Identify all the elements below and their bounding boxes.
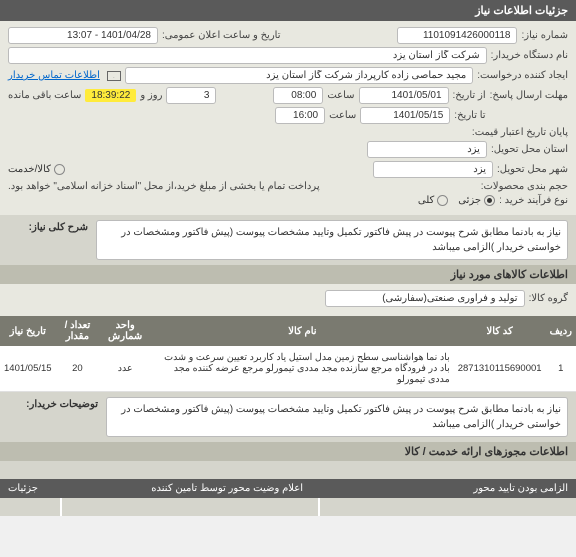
from-hour-field[interactable]: [273, 87, 323, 104]
has-copy-label: حجم بندی محصولات:: [481, 181, 568, 192]
cell-name: باد نما هواشناسی سطح زمین مدل استیل یاد …: [151, 346, 454, 392]
desc-text: نیاز به بادنما مطابق شرح پیوست در پیش فا…: [96, 220, 568, 260]
credit-expiry-label: پایان تاریخ اعتبار قیمت:: [472, 127, 568, 138]
hour-label-1: ساعت: [327, 90, 354, 101]
envelope-icon: [107, 71, 121, 81]
group-field[interactable]: [325, 290, 525, 307]
province-field[interactable]: [367, 141, 487, 158]
payment-note: پرداخت تمام یا بخشی از مبلغ خرید،از محل …: [8, 181, 320, 192]
deadline-label: مهلت ارسال پاسخ:: [490, 90, 568, 101]
permits-section-head: اطلاعات مجوزهای ارائه خدمت / کالا: [0, 442, 576, 461]
requester-label: ایجاد کننده درخواست:: [477, 70, 568, 81]
footer-col3: جزئیات: [8, 483, 38, 494]
explain-band: نیاز به بادنما مطابق شرح پیوست در پیش فا…: [0, 392, 576, 442]
goods-svc-radio[interactable]: کالا/خدمت: [8, 164, 65, 175]
permits-placeholder: [0, 461, 576, 479]
form-area: شماره نیاز: تاریخ و ساعت اعلان عمومی: نا…: [0, 21, 576, 215]
explain-text: نیاز به بادنما مطابق شرح پیوست در پیش فا…: [106, 397, 568, 437]
group-label: گروه کالا:: [529, 293, 568, 304]
panel-header: جزئیات اطلاعات نیاز: [0, 0, 576, 21]
bottom-blocks: [0, 498, 576, 516]
goods-svc-group: کالا/خدمت: [8, 164, 65, 175]
table-row[interactable]: 1 2871310115690001 باد نما هواشناسی سطح …: [0, 346, 576, 392]
cell-qty: 20: [56, 346, 100, 392]
need-no-field[interactable]: [397, 27, 517, 44]
desc-band: نیاز به بادنما مطابق شرح پیوست در پیش فا…: [0, 215, 576, 265]
panel-title: جزئیات اطلاعات نیاز: [475, 5, 568, 17]
need-no-label: شماره نیاز:: [521, 30, 568, 41]
th-qty: تعداد / مقدار: [56, 316, 100, 346]
to-label: تا تاریخ:: [454, 110, 485, 121]
days-field[interactable]: [166, 87, 216, 104]
th-code: کد کالا: [454, 316, 546, 346]
time-left-badge: 18:39:22: [85, 89, 136, 102]
buyer-org-field[interactable]: [8, 47, 487, 64]
cell-unit: عدد: [99, 346, 151, 392]
full-radio[interactable]: کلی: [418, 195, 448, 206]
to-date-field[interactable]: [360, 107, 450, 124]
province-label: استان محل تحویل:: [491, 144, 568, 155]
city-label: شهر محل تحویل:: [497, 164, 568, 175]
time-left-label: ساعت باقی مانده: [8, 90, 81, 101]
days-unit: روز و: [140, 90, 162, 101]
items-table: ردیف کد کالا نام کالا واحد شمارش تعداد /…: [0, 316, 576, 392]
to-hour-field[interactable]: [275, 107, 325, 124]
cell-code: 2871310115690001: [454, 346, 546, 392]
explain-label: توضیحات خریدار:: [8, 397, 98, 412]
cell-date: 1401/05/15: [0, 346, 56, 392]
contact-link[interactable]: اطلاعات تماس خریدار: [8, 70, 100, 81]
footer-col1: الزامی بودن تایید محور: [323, 483, 568, 494]
from-label: از تاریخ:: [453, 90, 486, 101]
table-header-row: ردیف کد کالا نام کالا واحد شمارش تعداد /…: [0, 316, 576, 346]
buyer-org-label: نام دستگاه خریدار:: [491, 50, 568, 61]
proc-type-group: جزئی کلی: [418, 195, 495, 206]
pub-date-label: تاریخ و ساعت اعلان عمومی:: [162, 30, 281, 41]
cell-idx: 1: [546, 346, 576, 392]
from-date-field[interactable]: [359, 87, 449, 104]
requester-field[interactable]: [125, 67, 473, 84]
pub-date-field[interactable]: [8, 27, 158, 44]
items-section-head: اطلاعات کالاهای مورد نیاز: [0, 265, 576, 284]
desc-title: شرح کلی نیاز:: [8, 220, 88, 235]
items-group-row: گروه کالا:: [0, 284, 576, 316]
th-unit: واحد شمارش: [99, 316, 151, 346]
th-date: تاریخ نیاز: [0, 316, 56, 346]
bottom-bar: الزامی بودن تایید محور اعلام وضیت محور ت…: [0, 479, 576, 498]
footer-col2: اعلام وضیت محور توسط تامین کننده: [58, 483, 303, 494]
hour-label-2: ساعت: [329, 110, 356, 121]
th-name: نام کالا: [151, 316, 454, 346]
city-field[interactable]: [373, 161, 493, 178]
th-idx: ردیف: [546, 316, 576, 346]
partial-radio[interactable]: جزئی: [458, 195, 495, 206]
proc-type-label: نوع فرآیند خرید :: [499, 195, 568, 206]
